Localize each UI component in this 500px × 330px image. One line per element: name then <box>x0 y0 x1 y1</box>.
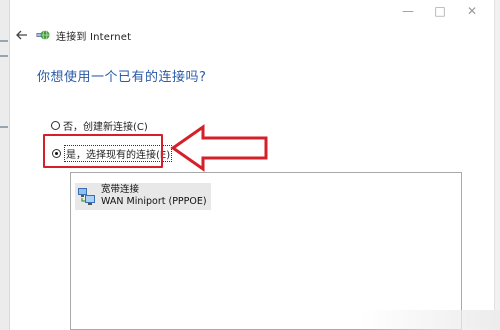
option-create-new[interactable]: 否，创建新连接(C) <box>51 118 148 133</box>
edge-mark <box>0 55 8 57</box>
close-button[interactable]: ✕ <box>456 0 488 22</box>
back-arrow-icon <box>16 30 27 40</box>
page-heading: 你想使用一个已有的连接吗? <box>37 70 207 85</box>
connection-device: WAN Miniport (PPPOE) <box>101 196 207 207</box>
bottom-edge-shading <box>360 310 500 330</box>
edge-mark <box>0 126 8 128</box>
window-right-edge <box>494 0 500 330</box>
minimize-button[interactable]: — <box>392 0 424 22</box>
title-bar-controls: — □ ✕ <box>392 0 488 22</box>
window-title: 连接到 Internet <box>56 31 132 43</box>
connection-list[interactable]: 宽带连接 WAN Miniport (PPPOE) <box>70 172 462 330</box>
option-label: 否，创建新连接(C) <box>63 122 148 133</box>
edge-mark <box>0 40 8 42</box>
navigation-bar: 连接到 Internet <box>14 25 131 45</box>
back-button[interactable] <box>14 27 30 43</box>
maximize-button[interactable]: □ <box>424 0 456 22</box>
connection-name: 宽带连接 <box>101 184 140 195</box>
annotation-arrow-icon <box>170 124 268 172</box>
network-computers-icon <box>78 188 95 205</box>
network-globe-icon <box>36 27 52 43</box>
background-window-edge <box>0 0 10 330</box>
annotation-highlight-box <box>43 134 163 168</box>
radio-button[interactable] <box>51 121 60 130</box>
list-item[interactable]: 宽带连接 WAN Miniport (PPPOE) <box>75 183 211 210</box>
connect-to-internet-window: — □ ✕ 连接到 Internet 你想使用一个已有的连接吗? 否，创建新连接… <box>0 0 500 330</box>
